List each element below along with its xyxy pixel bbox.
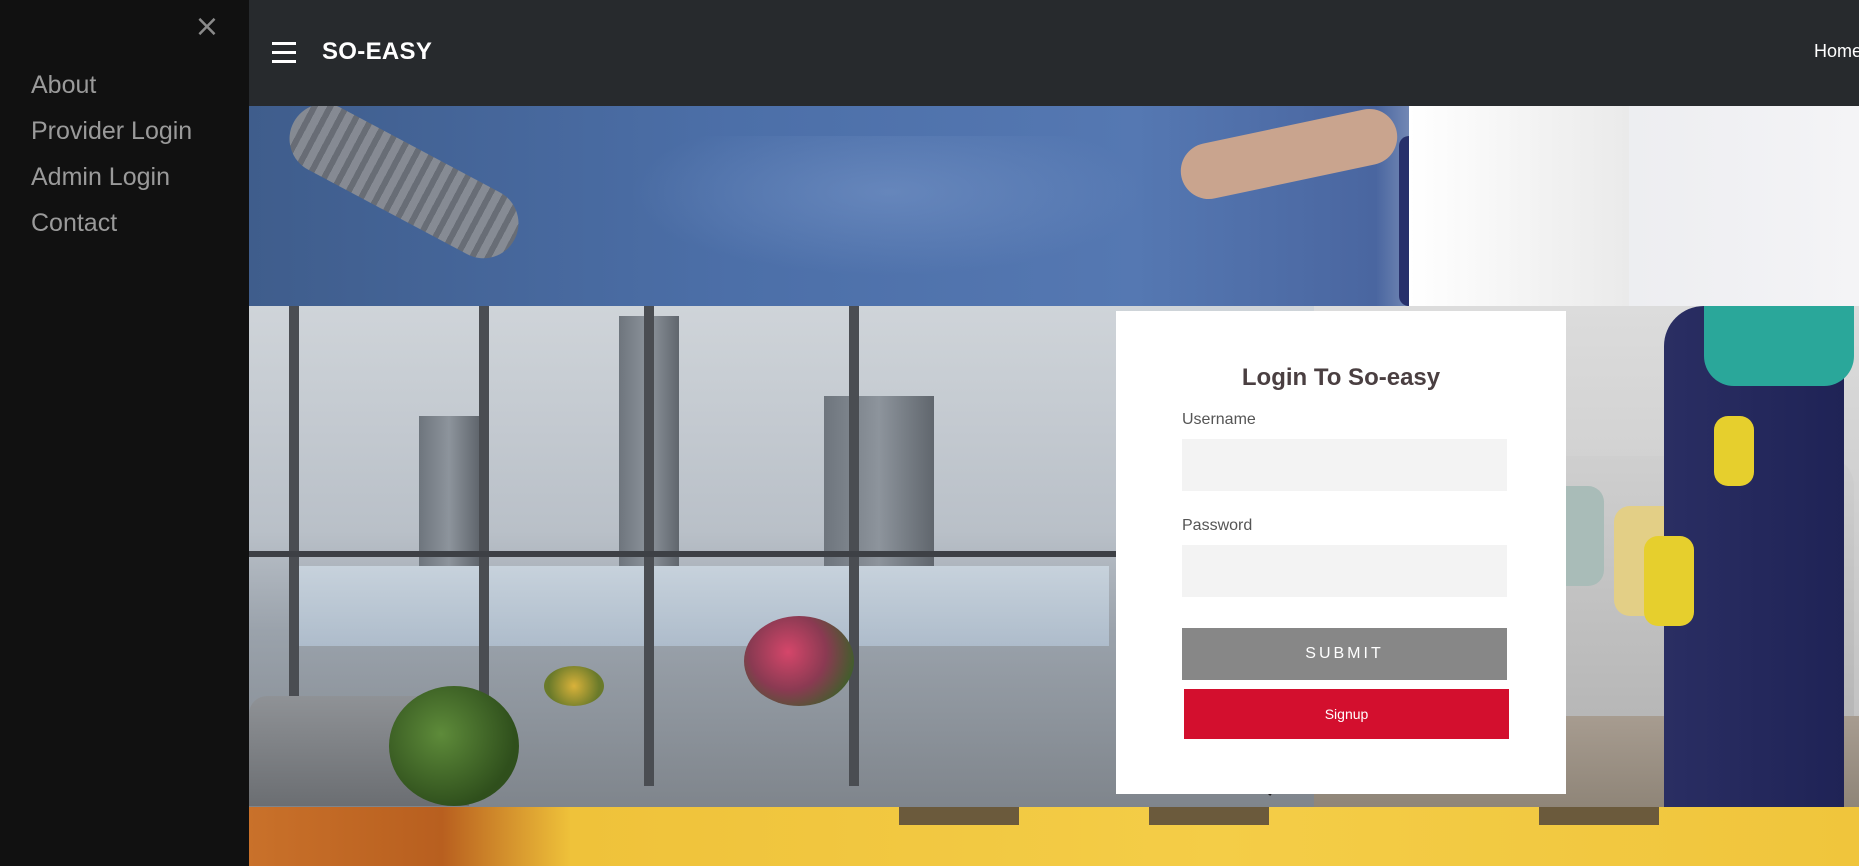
username-input[interactable] — [1182, 439, 1507, 491]
close-icon[interactable]: × — [193, 10, 221, 44]
provider-login-link[interactable]: Provider Login — [31, 108, 192, 154]
flowers-shape — [544, 666, 604, 706]
person-shirt-shape — [1704, 306, 1854, 386]
login-title: Login To So-easy — [1241, 364, 1441, 391]
shirt-shape — [1409, 106, 1629, 306]
signup-button[interactable]: Signup — [1184, 689, 1509, 739]
side-navigation: × About Provider Login Admin Login Conta… — [0, 0, 249, 866]
hamburger-line — [272, 41, 296, 45]
side-nav-item-provider-login: Provider Login — [31, 108, 192, 154]
side-nav-item-contact: Contact — [31, 200, 192, 246]
username-label: Username — [1182, 411, 1256, 428]
tower-shape — [824, 396, 934, 566]
admin-login-link[interactable]: Admin Login — [31, 154, 192, 200]
side-nav-item-about: About — [31, 62, 192, 108]
top-navbar: SO-EASY Home — [249, 0, 1859, 106]
arm-shape — [1175, 106, 1403, 205]
password-input[interactable] — [1182, 545, 1507, 597]
hero-background-collage: Login To So-easy Username Password SUBMI… — [249, 106, 1859, 866]
hero-image-vacuum-chair — [249, 106, 1859, 306]
password-label: Password — [1182, 517, 1253, 534]
hamburger-line — [272, 59, 296, 63]
hamburger-line — [272, 50, 296, 54]
flowers-shape — [744, 616, 854, 706]
hamburger-menu-icon[interactable] — [272, 30, 298, 74]
window-frame — [644, 306, 654, 786]
login-form-card: Login To So-easy Username Password SUBMI… — [1116, 311, 1566, 794]
glove-shape — [1714, 416, 1754, 486]
about-link[interactable]: About — [31, 62, 192, 108]
picture-frame-shape — [1539, 807, 1659, 825]
picture-frame-shape — [899, 807, 1019, 825]
glove-shape — [1644, 536, 1694, 626]
chair-shape — [629, 136, 1149, 276]
tower-shape — [419, 416, 479, 566]
sea-view-shape — [289, 566, 1109, 646]
picture-frame-shape — [1149, 807, 1269, 825]
home-nav-link[interactable]: Home — [1814, 38, 1859, 64]
vacuum-hose-shape — [277, 106, 531, 271]
window-frame — [849, 306, 859, 786]
contact-link[interactable]: Contact — [31, 200, 192, 246]
side-nav-item-admin-login: Admin Login — [31, 154, 192, 200]
plant-shape — [389, 686, 519, 806]
side-nav-list: About Provider Login Admin Login Contact — [31, 62, 192, 246]
brand-logo-text[interactable]: SO-EASY — [322, 36, 432, 68]
submit-button[interactable]: SUBMIT — [1182, 628, 1507, 680]
hero-image-yellow-room — [249, 807, 1859, 866]
